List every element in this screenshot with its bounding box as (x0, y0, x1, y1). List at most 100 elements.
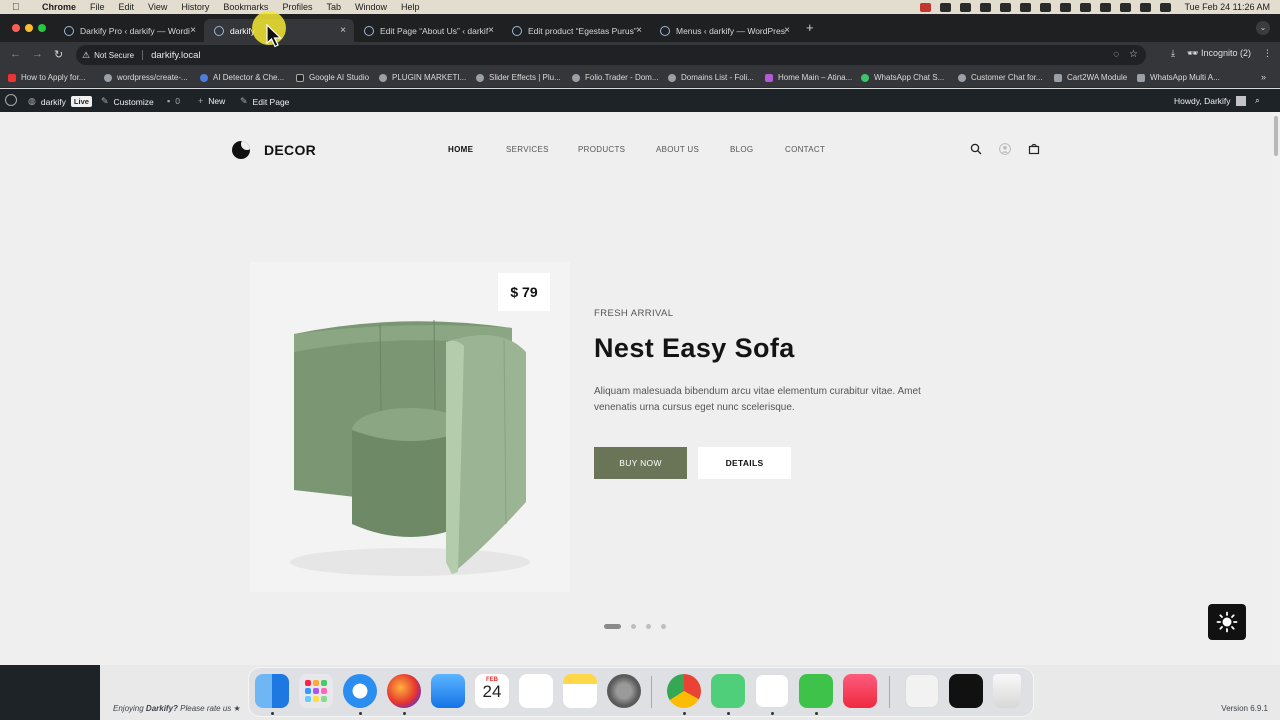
cart-icon[interactable] (1028, 143, 1040, 155)
admin-edit-page-link[interactable]: ✎ Edit Page (240, 96, 289, 107)
finder-icon[interactable] (255, 674, 289, 708)
new-tab-button[interactable]: + (806, 20, 814, 35)
menu-file[interactable]: File (90, 2, 105, 12)
user-icon[interactable] (999, 143, 1011, 155)
firefox-icon[interactable] (387, 674, 421, 708)
music-icon[interactable] (843, 674, 877, 708)
security-label[interactable]: Not Secure (94, 51, 134, 60)
menu-tab[interactable]: Tab (326, 2, 341, 12)
bookmark-item[interactable]: WhatsApp Multi A... (1137, 73, 1220, 82)
system-settings-icon[interactable] (607, 674, 641, 708)
url-text[interactable]: darkify.local (151, 50, 200, 61)
nav-contact[interactable]: CONTACT (785, 145, 825, 154)
local-wp-icon[interactable] (711, 674, 745, 708)
bookmark-item[interactable]: WhatsApp Chat S... (861, 73, 944, 82)
launchpad-icon[interactable] (299, 674, 333, 708)
close-tab-icon[interactable]: × (190, 25, 196, 36)
menu-app-name[interactable]: Chrome (42, 2, 76, 12)
keyboard-input-icon[interactable] (1080, 2, 1092, 12)
menu-window[interactable]: Window (355, 2, 387, 12)
close-tab-icon[interactable]: × (784, 25, 790, 36)
vscode-icon[interactable] (755, 674, 789, 708)
admin-account-menu[interactable]: Howdy, Darkify (1174, 96, 1246, 106)
bookmark-item[interactable]: Folio.Trader - Dom... (572, 73, 659, 82)
menu-bookmarks[interactable]: Bookmarks (223, 2, 268, 12)
bookmark-item[interactable]: AI Detector & Che... (200, 73, 284, 82)
notes-icon[interactable] (563, 674, 597, 708)
buy-now-button[interactable]: BUY NOW (594, 447, 687, 479)
site-logo[interactable]: DECOR (232, 141, 316, 159)
app-status-icon[interactable] (1060, 2, 1072, 12)
bookmark-item[interactable]: Google AI Studio (296, 73, 369, 82)
tab-edit-page-about-us[interactable]: Edit Page “About Us” ‹ darkif × (354, 19, 502, 42)
menu-help[interactable]: Help (401, 2, 420, 12)
nav-services[interactable]: SERVICES (506, 145, 549, 154)
dark-mode-toggle[interactable] (1208, 604, 1246, 640)
audio-file-icon[interactable] (905, 674, 939, 708)
bookmark-item[interactable]: Home Main – Atina... (765, 73, 852, 82)
nav-home[interactable]: HOME (448, 145, 473, 154)
bookmark-item[interactable]: Domains List - Foli... (668, 73, 754, 82)
admin-customize-link[interactable]: ✎ Customize (101, 96, 154, 107)
app-status-icon[interactable] (940, 2, 952, 12)
siri-icon[interactable] (1160, 2, 1172, 12)
admin-new-link[interactable]: + New (198, 96, 225, 106)
download-icon[interactable]: ⤓ (1171, 48, 1175, 59)
trash-icon[interactable] (993, 674, 1021, 708)
admin-comments-link[interactable]: ▪ 0 (167, 96, 180, 106)
page-scrollbar[interactable] (1272, 112, 1280, 665)
tab-menus[interactable]: Menus ‹ darkify — WordPress × (650, 19, 798, 42)
close-tab-icon[interactable]: × (488, 25, 494, 36)
menu-clock[interactable]: Tue Feb 24 11:26 AM (1184, 2, 1270, 12)
nav-blog[interactable]: BLOG (730, 145, 753, 154)
mail-icon[interactable] (431, 674, 465, 708)
bookmark-item[interactable]: PLUGIN MARKETI... (379, 73, 466, 82)
rate-us-text[interactable]: Enjoying Darkify? Please rate us ★ (113, 704, 241, 713)
spotlight-search-icon[interactable] (1120, 2, 1132, 12)
close-window-button[interactable] (12, 24, 20, 32)
record-icon[interactable] (920, 2, 932, 12)
slide-dot-2[interactable] (631, 624, 636, 629)
app-status-icon[interactable] (960, 2, 972, 12)
tab-darkify-pro[interactable]: Darkify Pro ‹ darkify — Wordi × (54, 19, 204, 42)
tab-edit-product[interactable]: Edit product “Egestas Purus” × (502, 19, 650, 42)
screen-recording-icon[interactable] (949, 674, 983, 708)
menu-profiles[interactable]: Profiles (282, 2, 312, 12)
slide-dot-4[interactable] (661, 624, 666, 629)
safari-icon[interactable] (343, 674, 377, 708)
minimize-window-button[interactable] (25, 24, 33, 32)
menu-view[interactable]: View (148, 2, 167, 12)
control-center-icon[interactable] (1140, 2, 1152, 12)
chrome-icon[interactable] (667, 674, 701, 708)
nav-about-us[interactable]: ABOUT US (656, 145, 699, 154)
close-tab-icon[interactable]: × (340, 25, 346, 36)
slide-dot-1[interactable] (604, 624, 621, 629)
bookmark-item[interactable]: Customer Chat for... (958, 73, 1043, 82)
app-status-icon[interactable] (980, 2, 992, 12)
apple-icon[interactable]:  (12, 2, 26, 13)
app-status-icon[interactable] (1020, 2, 1032, 12)
bookmark-item[interactable]: How to Apply for... (8, 73, 85, 82)
details-button[interactable]: DETAILS (698, 447, 791, 479)
admin-search-icon[interactable]: ⌕ (1255, 95, 1260, 106)
back-arrow-icon[interactable]: ← (10, 48, 21, 60)
incognito-badge[interactable]: 🕶 Incognito (2) (1187, 48, 1251, 59)
dropbox-icon[interactable] (1000, 2, 1012, 12)
slide-dot-3[interactable] (646, 624, 651, 629)
bookmark-item[interactable]: wordpress/create-... (104, 73, 188, 82)
bookmark-item[interactable]: Cart2WA Module (1054, 73, 1127, 82)
zoom-window-button[interactable] (38, 24, 46, 32)
reminders-icon[interactable] (519, 674, 553, 708)
warning-icon[interactable]: ⚠ (82, 50, 90, 61)
search-icon[interactable] (970, 143, 982, 155)
wordpress-logo-icon[interactable] (5, 94, 17, 106)
more-menu-icon[interactable]: ⋮ (1263, 48, 1272, 59)
eye-off-icon[interactable]: ◌ (1113, 49, 1119, 60)
address-bar[interactable]: ⚠ Not Secure darkify.local ◌ ☆ (76, 45, 1146, 65)
forward-arrow-icon[interactable]: → (32, 48, 43, 60)
wifi-icon[interactable] (1100, 2, 1112, 12)
bookmark-star-icon[interactable]: ☆ (1129, 49, 1138, 60)
tab-search-icon[interactable]: ⌄ (1256, 21, 1270, 35)
calendar-icon[interactable]: FEB 24 (475, 674, 509, 708)
menu-edit[interactable]: Edit (119, 2, 135, 12)
